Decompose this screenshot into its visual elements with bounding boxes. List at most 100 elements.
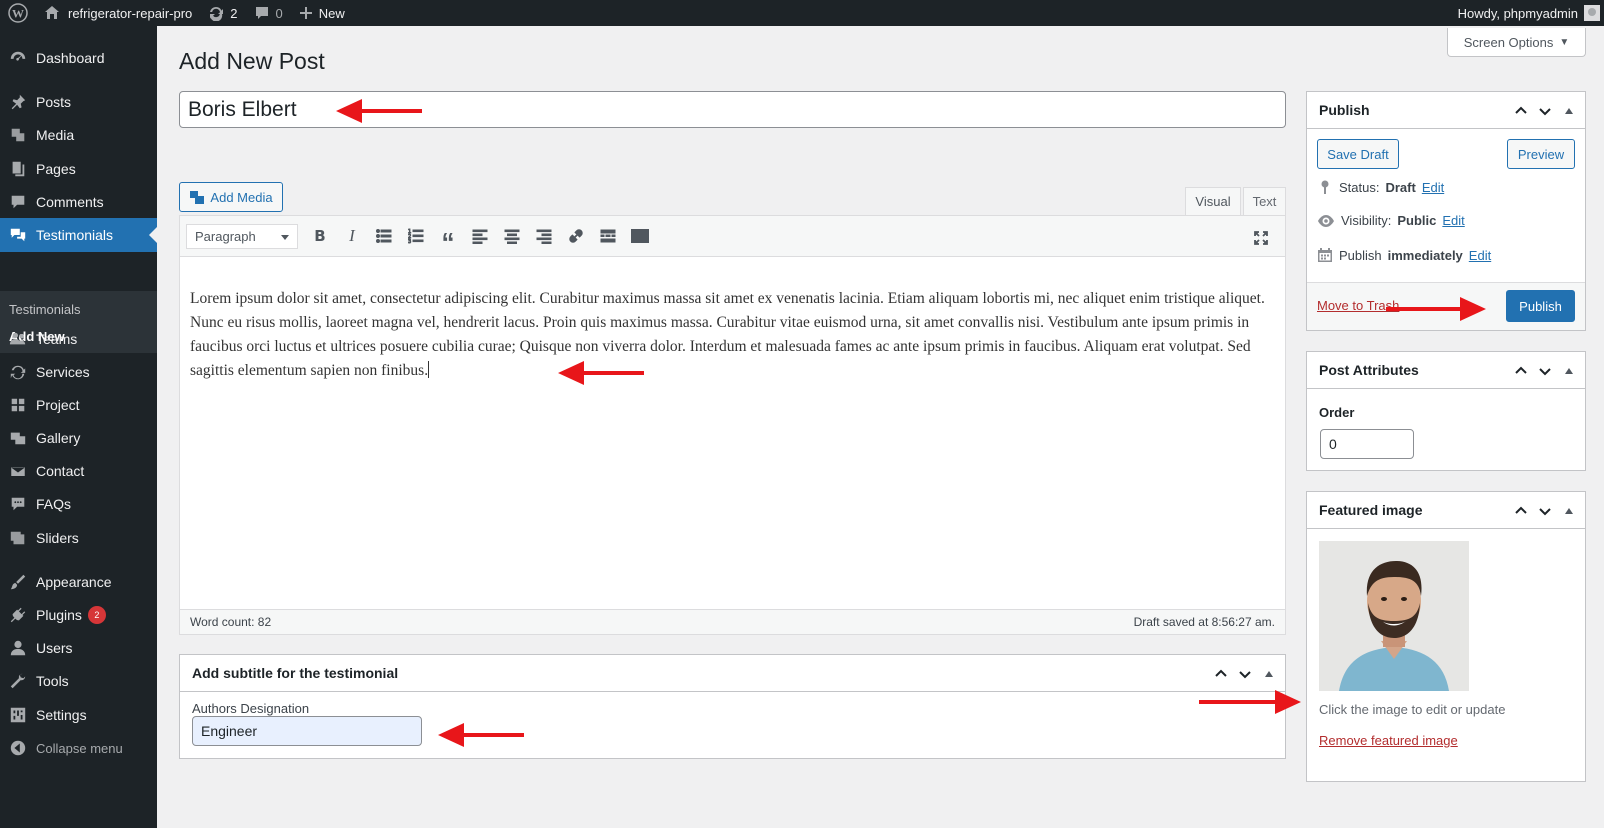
chevron-up-icon[interactable] <box>1213 666 1229 682</box>
menu-plugins[interactable]: Plugins 2 <box>0 598 157 632</box>
chevron-up-icon[interactable] <box>1513 503 1529 519</box>
status-label: Status: <box>1339 179 1380 195</box>
menu-label: Plugins <box>36 607 82 623</box>
menu-label: Comments <box>36 194 104 210</box>
screen-options-button[interactable]: Screen Options ▼ <box>1447 28 1586 57</box>
new-content-link[interactable]: New <box>291 0 353 26</box>
wordpress-logo-icon[interactable]: W <box>0 0 36 26</box>
chevron-down-icon[interactable] <box>1537 103 1553 119</box>
save-draft-button[interactable]: Save Draft <box>1317 139 1399 169</box>
site-name: refrigerator-repair-pro <box>68 5 193 21</box>
menu-sliders[interactable]: Sliders <box>0 521 157 555</box>
pin-icon <box>1321 180 1329 194</box>
my-account-link[interactable]: Howdy, phpmyadmin <box>1450 0 1604 26</box>
add-media-button[interactable]: Add Media <box>179 182 283 212</box>
settings-icon <box>0 706 36 724</box>
menu-label: Gallery <box>36 430 81 446</box>
status-value: Draft <box>1385 179 1416 195</box>
wrench-icon <box>0 672 36 690</box>
remove-featured-image-link[interactable]: Remove featured image <box>1319 733 1458 748</box>
metabox-controls <box>1513 492 1577 529</box>
align-center-icon <box>504 229 520 244</box>
edit-publish-time-link[interactable]: Edit <box>1469 248 1491 263</box>
menu-testimonials[interactable]: Testimonials <box>0 218 157 252</box>
menu-comments[interactable]: Comments <box>0 185 157 219</box>
toggle-panel-button[interactable] <box>1561 367 1577 374</box>
tab-text-label: Text <box>1252 194 1277 209</box>
avatar <box>1584 5 1600 21</box>
align-left-button[interactable] <box>464 222 496 250</box>
annotation-arrow-right-icon <box>1199 690 1301 714</box>
dashboard-icon <box>0 49 36 67</box>
updates-link[interactable]: 2 <box>200 0 245 26</box>
menu-project[interactable]: Project <box>0 388 157 422</box>
align-right-button[interactable] <box>528 222 560 250</box>
comments-link[interactable]: 0 <box>246 0 291 26</box>
italic-button[interactable]: I <box>336 222 368 250</box>
italic-icon: I <box>349 226 355 245</box>
tab-visual[interactable]: Visual <box>1185 187 1241 216</box>
chevron-down-icon[interactable] <box>1537 503 1553 519</box>
menu-posts[interactable]: Posts <box>0 85 157 119</box>
publish-metabox-header: Publish <box>1307 92 1585 129</box>
save-draft-label: Save Draft <box>1327 146 1389 162</box>
comment-icon <box>0 193 36 211</box>
menu-contact[interactable]: Contact <box>0 454 157 488</box>
collapse-menu-button[interactable]: Collapse menu <box>0 731 157 765</box>
toolbar-toggle-button[interactable] <box>624 222 656 250</box>
menu-label: Contact <box>36 463 85 479</box>
publish-button[interactable]: Publish <box>1506 290 1575 322</box>
text-cursor <box>428 361 430 378</box>
chevron-up-icon[interactable] <box>1513 363 1529 379</box>
chevron-down-icon[interactable] <box>1237 666 1253 682</box>
menu-gallery[interactable]: Gallery <box>0 421 157 455</box>
format-select[interactable]: Paragraph <box>186 223 298 249</box>
numbered-list-button[interactable]: 123 <box>400 222 432 250</box>
order-input[interactable]: 0 <box>1320 429 1414 459</box>
authors-designation-input[interactable]: Engineer <box>192 716 422 746</box>
plus-icon <box>299 7 312 19</box>
chevron-up-icon[interactable] <box>1513 103 1529 119</box>
insert-link-button[interactable] <box>560 222 592 250</box>
featured-image-thumbnail[interactable] <box>1319 541 1469 691</box>
featured-image-metabox: Featured image Click the image to edit o… <box>1306 491 1586 782</box>
menu-users[interactable]: Users <box>0 631 157 665</box>
menu-faqs[interactable]: FAQs <box>0 487 157 521</box>
blockquote-button[interactable]: “ <box>432 222 464 255</box>
edit-visibility-link[interactable]: Edit <box>1442 213 1464 228</box>
menu-teams[interactable]: Teams <box>0 322 157 356</box>
align-center-button[interactable] <box>496 222 528 250</box>
submenu-testimonials[interactable]: Testimonials <box>9 302 81 317</box>
edit-status-link[interactable]: Edit <box>1422 180 1444 195</box>
editor-paragraph: Lorem ipsum dolor sit amet, consectetur … <box>190 287 1275 383</box>
toggle-panel-button[interactable] <box>1561 507 1577 514</box>
menu-dashboard[interactable]: Dashboard <box>0 41 157 75</box>
menu-label: Sliders <box>36 530 79 546</box>
format-select-value: Paragraph <box>195 228 256 244</box>
chevron-down-icon[interactable] <box>1537 363 1553 379</box>
menu-label: Project <box>36 397 80 413</box>
bullet-list-button[interactable] <box>368 222 400 250</box>
toggle-panel-button[interactable] <box>1261 670 1277 677</box>
media-icon <box>190 191 205 204</box>
read-more-button[interactable] <box>592 222 624 250</box>
toggle-panel-button[interactable] <box>1561 107 1577 114</box>
menu-media[interactable]: Media <box>0 118 157 152</box>
bold-button[interactable]: B <box>304 222 336 250</box>
visibility-row: Visibility: Public Edit <box>1317 213 1465 228</box>
menu-tools[interactable]: Tools <box>0 664 157 698</box>
services-icon <box>0 363 36 381</box>
menu-settings[interactable]: Settings <box>0 698 157 732</box>
preview-button[interactable]: Preview <box>1507 139 1575 169</box>
menu-pages[interactable]: Pages <box>0 152 157 186</box>
tab-text[interactable]: Text <box>1243 187 1286 216</box>
calendar-icon <box>1318 248 1332 262</box>
editor-content[interactable]: Lorem ipsum dolor sit amet, consectetur … <box>180 257 1285 604</box>
site-name-link[interactable]: refrigerator-repair-pro <box>36 0 200 26</box>
menu-services[interactable]: Services <box>0 355 157 389</box>
comment-icon <box>255 7 268 19</box>
authors-designation-label: Authors Designation <box>192 701 310 716</box>
menu-appearance[interactable]: Appearance <box>0 565 157 599</box>
fullscreen-button[interactable] <box>1245 224 1277 252</box>
numbered-list-icon: 123 <box>408 229 424 244</box>
